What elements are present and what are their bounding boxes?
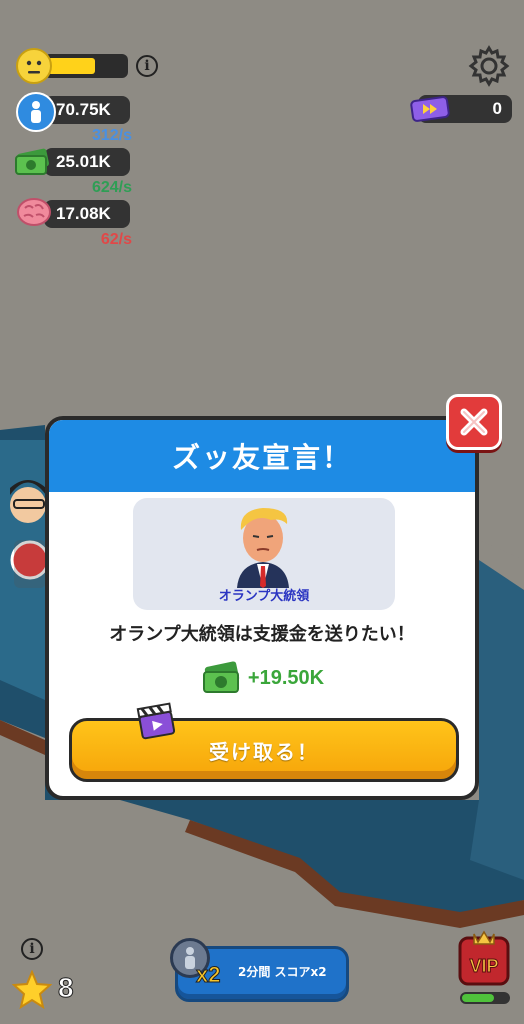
close-button[interactable] — [446, 394, 502, 450]
population-value: 70.75K — [56, 100, 111, 119]
boost-multiplier: x2 — [195, 962, 221, 988]
video-clapper-icon — [136, 700, 178, 740]
neutral-face-icon — [16, 48, 52, 84]
boost-label: 2分間 スコアx2 — [238, 965, 327, 979]
close-icon — [460, 408, 488, 436]
character-name: オランプ大統領 — [218, 589, 310, 604]
president-portrait — [237, 508, 289, 588]
people-icon — [16, 92, 56, 132]
reward-amount: +19.50K — [247, 666, 325, 689]
dialog-title: ズッ友宣言！ — [49, 420, 475, 492]
mood-info-icon[interactable]: i — [136, 55, 158, 77]
fast-forward-ticket-icon[interactable] — [410, 96, 450, 122]
money-counter: 25.01K — [44, 148, 130, 176]
accept-button[interactable]: 受け取る！ — [69, 718, 459, 782]
gear-icon[interactable] — [467, 44, 511, 88]
knowledge-rate: 62/s — [100, 231, 132, 248]
ticket-value: 0 — [492, 99, 502, 118]
knowledge-counter: 17.08K — [44, 200, 130, 228]
mood-bar-fill — [48, 58, 95, 74]
dialog-message: オランプ大統領は支援金を送りたい！ — [109, 624, 415, 645]
money-icon — [202, 661, 240, 693]
vip-button[interactable]: VIP — [458, 930, 510, 986]
stars-info-icon[interactable]: i — [21, 938, 43, 960]
reward-row: +19.50K — [49, 660, 475, 696]
star-count: 8 — [58, 972, 75, 1004]
population-counter: 70.75K — [44, 96, 130, 124]
population-rate: 312/s — [91, 127, 132, 144]
money-rate: 624/s — [91, 179, 132, 196]
brain-icon — [15, 196, 53, 230]
vip-label: VIP — [469, 956, 498, 976]
event-dialog: ズッ友宣言！ オランプ大統領 オランプ大統領は支援金を送りたい！ +19.50K… — [45, 416, 479, 800]
money-value: 25.01K — [56, 152, 111, 171]
star-icon — [11, 969, 53, 1010]
accept-label: 受け取る！ — [209, 739, 319, 764]
money-icon — [14, 145, 52, 179]
vip-progress-fill — [462, 994, 494, 1002]
character-portrait: オランプ大統領 — [133, 498, 395, 610]
knowledge-value: 17.08K — [56, 204, 111, 223]
